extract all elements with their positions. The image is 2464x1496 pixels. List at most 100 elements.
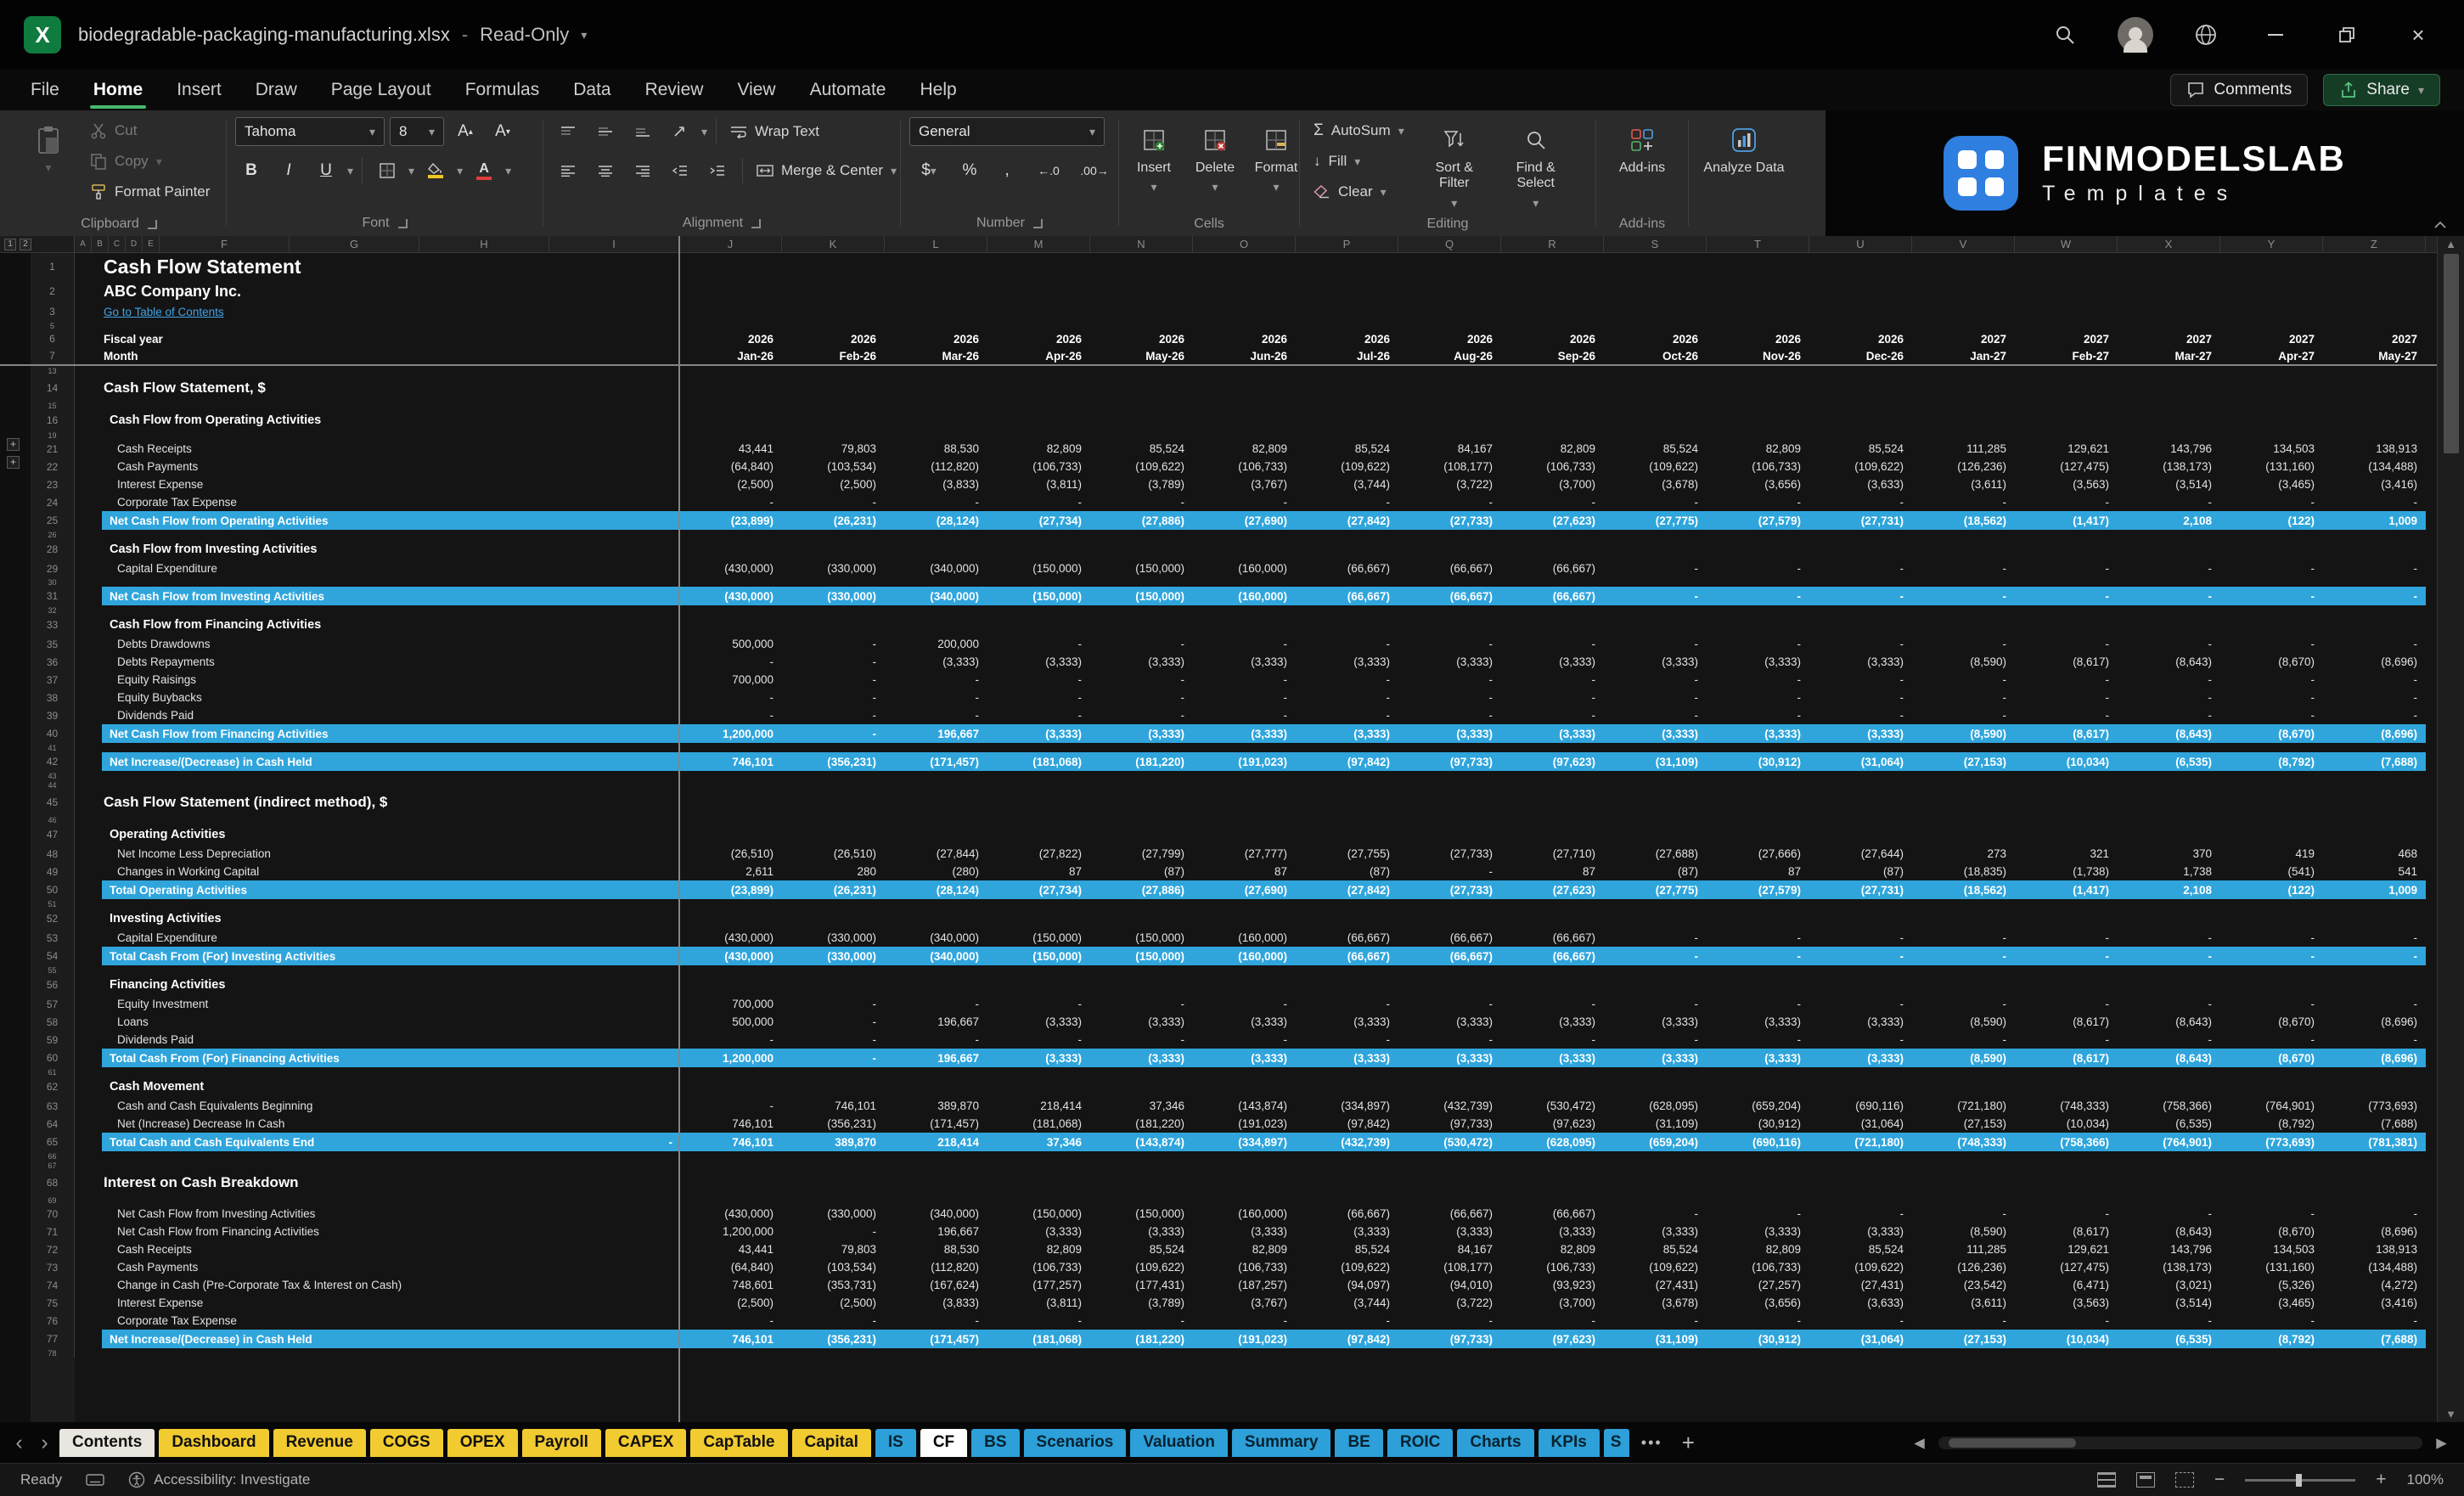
cell[interactable]: - bbox=[2118, 947, 2220, 965]
col-header-M[interactable]: M bbox=[987, 236, 1090, 253]
cell[interactable]: (112,820) bbox=[885, 1258, 987, 1276]
normal-view-button[interactable] bbox=[2097, 1472, 2116, 1488]
decrease-indent-button[interactable] bbox=[664, 156, 696, 185]
cell[interactable]: (94,097) bbox=[1296, 1276, 1398, 1294]
sheet-tab-payroll[interactable]: Payroll bbox=[522, 1429, 601, 1457]
row-header-62[interactable]: 62 bbox=[31, 1077, 75, 1097]
menu-tab-data[interactable]: Data bbox=[556, 70, 627, 110]
dialog-launcher-icon[interactable] bbox=[751, 219, 761, 228]
cell[interactable]: (106,733) bbox=[1193, 1258, 1296, 1276]
cell[interactable]: 218,414 bbox=[987, 1097, 1090, 1115]
cell[interactable]: 143,796 bbox=[2118, 1240, 2220, 1258]
cell[interactable]: (109,622) bbox=[1809, 1258, 1912, 1276]
cell[interactable]: - bbox=[1296, 635, 1398, 653]
scroll-right-icon[interactable]: ▸ bbox=[2431, 1432, 2452, 1454]
row-header-72[interactable]: 72 bbox=[31, 1240, 75, 1258]
cell[interactable]: - bbox=[1296, 493, 1398, 511]
cell[interactable]: 196,667 bbox=[885, 1223, 987, 1240]
cell[interactable]: - bbox=[2118, 706, 2220, 724]
cell[interactable]: 87 bbox=[1501, 863, 1604, 880]
cell[interactable]: - bbox=[2015, 1312, 2118, 1330]
cell[interactable]: - bbox=[1398, 706, 1501, 724]
cell[interactable]: (1,417) bbox=[2015, 511, 2118, 530]
cell[interactable]: (109,622) bbox=[1809, 458, 1912, 475]
cell[interactable]: - bbox=[1707, 706, 1809, 724]
cell[interactable]: (3,833) bbox=[885, 1294, 987, 1312]
cell[interactable]: - bbox=[2323, 1205, 2426, 1223]
cell[interactable]: (181,220) bbox=[1090, 1115, 1193, 1133]
cell[interactable]: (93,923) bbox=[1501, 1276, 1604, 1294]
cell[interactable]: - bbox=[1604, 706, 1707, 724]
bold-button[interactable]: B bbox=[235, 156, 267, 185]
cell[interactable]: - bbox=[1398, 1312, 1501, 1330]
menu-tab-formulas[interactable]: Formulas bbox=[448, 70, 557, 110]
cell[interactable]: 500,000 bbox=[679, 635, 782, 653]
cell[interactable]: (97,733) bbox=[1398, 1115, 1501, 1133]
row-header-21[interactable]: 21 bbox=[31, 440, 75, 458]
cell[interactable]: (3,333) bbox=[1193, 1223, 1296, 1240]
cell[interactable]: - bbox=[987, 995, 1090, 1013]
cell[interactable]: - bbox=[1809, 1031, 1912, 1049]
cell[interactable]: 82,809 bbox=[1193, 440, 1296, 458]
cell[interactable]: (27,842) bbox=[1296, 880, 1398, 899]
sheet-tab-cf[interactable]: CF bbox=[920, 1429, 967, 1457]
cell[interactable]: (690,116) bbox=[1809, 1097, 1912, 1115]
cell[interactable]: (8,617) bbox=[2015, 1049, 2118, 1067]
cell[interactable]: (23,899) bbox=[679, 880, 782, 899]
row-label[interactable]: Debts Repayments bbox=[102, 653, 679, 671]
share-button[interactable]: Share ▾ bbox=[2323, 74, 2440, 106]
cell[interactable]: 1,200,000 bbox=[679, 1223, 782, 1240]
cell[interactable]: (26,231) bbox=[782, 880, 885, 899]
cell[interactable]: - bbox=[2323, 1312, 2426, 1330]
cell[interactable]: - bbox=[1912, 1312, 2015, 1330]
sheet-tab-charts[interactable]: Charts bbox=[1457, 1429, 1533, 1457]
cell[interactable]: (66,667) bbox=[1501, 947, 1604, 965]
row-label[interactable]: Cash Payments bbox=[102, 1258, 679, 1276]
cell[interactable]: (106,733) bbox=[1501, 458, 1604, 475]
row-header-45[interactable]: 45 bbox=[31, 790, 75, 815]
cell[interactable]: (27,886) bbox=[1090, 511, 1193, 530]
decrease-decimal-button[interactable]: .00→ bbox=[1074, 156, 1115, 185]
cell[interactable]: (109,622) bbox=[1604, 458, 1707, 475]
cell[interactable]: - bbox=[1912, 929, 2015, 947]
cell[interactable]: (8,590) bbox=[1912, 1223, 2015, 1240]
cell[interactable]: - bbox=[782, 653, 885, 671]
cell[interactable]: - bbox=[1604, 689, 1707, 706]
underline-button[interactable]: U bbox=[310, 156, 342, 185]
cell[interactable]: (3,333) bbox=[1501, 1013, 1604, 1031]
cell[interactable]: - bbox=[2220, 587, 2323, 605]
cell[interactable]: (3,465) bbox=[2220, 1294, 2323, 1312]
cell[interactable]: Jun-26 bbox=[1193, 347, 1296, 364]
dialog-launcher-icon[interactable] bbox=[398, 219, 408, 228]
cell[interactable]: - bbox=[987, 1031, 1090, 1049]
row-header-56[interactable]: 56 bbox=[31, 975, 75, 995]
cell[interactable]: - bbox=[2323, 947, 2426, 965]
row-label[interactable]: Equity Raisings bbox=[102, 671, 679, 689]
cell[interactable]: - bbox=[1707, 689, 1809, 706]
cell[interactable]: (106,733) bbox=[1707, 1258, 1809, 1276]
cell[interactable]: (3,767) bbox=[1193, 475, 1296, 493]
row-header-43[interactable]: 43 bbox=[31, 771, 75, 780]
cell[interactable]: 84,167 bbox=[1398, 440, 1501, 458]
font-size-select[interactable]: 8▾ bbox=[390, 117, 444, 146]
sheet-tab-kpis[interactable]: KPIs bbox=[1539, 1429, 1600, 1457]
cell[interactable]: (27,431) bbox=[1604, 1276, 1707, 1294]
col-header-S[interactable]: S bbox=[1604, 236, 1707, 253]
cell[interactable]: (340,000) bbox=[885, 929, 987, 947]
menu-tab-help[interactable]: Help bbox=[903, 70, 973, 110]
cell[interactable]: (3,333) bbox=[1501, 1223, 1604, 1240]
cell[interactable]: 700,000 bbox=[679, 995, 782, 1013]
cell[interactable]: - bbox=[987, 1312, 1090, 1330]
menu-tab-review[interactable]: Review bbox=[628, 70, 721, 110]
cell[interactable]: - bbox=[1912, 560, 2015, 577]
close-button[interactable]: × bbox=[2401, 18, 2435, 52]
cell[interactable]: (3,333) bbox=[1809, 653, 1912, 671]
row-label[interactable]: Interest Expense bbox=[102, 1294, 679, 1312]
cell[interactable]: (181,068) bbox=[987, 752, 1090, 771]
align-left-button[interactable] bbox=[552, 156, 584, 185]
cell[interactable]: Feb-26 bbox=[782, 347, 885, 364]
cell[interactable]: (356,231) bbox=[782, 1330, 885, 1348]
align-right-button[interactable] bbox=[627, 156, 659, 185]
cell[interactable]: (3,333) bbox=[1604, 653, 1707, 671]
cell[interactable]: - bbox=[2015, 587, 2118, 605]
